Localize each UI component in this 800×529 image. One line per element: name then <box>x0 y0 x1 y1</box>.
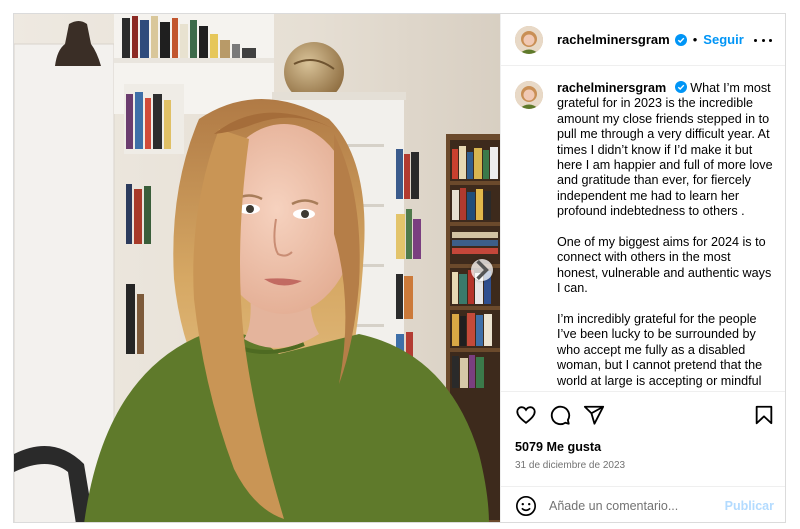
verified-badge-icon <box>674 33 687 46</box>
publish-button[interactable]: Publicar <box>725 499 774 513</box>
verified-badge-icon <box>674 81 687 93</box>
post-side-panel: rachelminersgram • Seguir rachelminersgr… <box>500 14 785 522</box>
caption-paragraph: I’m incredibly grateful for the people I… <box>557 312 763 388</box>
chevron-right-icon <box>476 259 489 281</box>
share-icon[interactable] <box>583 404 605 426</box>
caption-section[interactable]: rachelminersgram What I’m most grateful … <box>501 67 785 390</box>
avatar[interactable] <box>515 25 543 54</box>
caption-avatar[interactable] <box>515 81 543 109</box>
comment-bar: Publicar <box>501 486 785 522</box>
separator-dot: • <box>692 32 698 47</box>
follow-button[interactable]: Seguir <box>703 32 743 47</box>
avatar-image <box>515 25 543 54</box>
caption-paragraph: One of my biggest aims for 2024 is to co… <box>557 235 772 296</box>
username-link[interactable]: rachelminersgram <box>557 32 670 47</box>
caption-username[interactable]: rachelminersgram <box>557 81 666 95</box>
comment-input[interactable] <box>549 498 725 513</box>
post-photo[interactable] <box>14 14 500 522</box>
avatar-image <box>515 81 543 109</box>
caption-text: rachelminersgram What I’m most grateful … <box>557 81 774 390</box>
bookmark-icon[interactable] <box>753 404 775 426</box>
post-actions-section: 5079 Me gusta 31 de diciembre de 2023 <box>501 391 785 486</box>
emoji-icon[interactable] <box>515 495 537 517</box>
comment-icon[interactable] <box>549 404 571 426</box>
heart-icon[interactable] <box>515 404 537 426</box>
likes-count[interactable]: 5079 Me gusta <box>515 440 601 454</box>
post-header: rachelminersgram • Seguir <box>501 14 785 66</box>
action-bar <box>515 404 775 428</box>
post-date[interactable]: 31 de diciembre de 2023 <box>515 460 625 471</box>
caption-paragraph: What I’m most grateful for in 2023 is th… <box>557 81 773 219</box>
post-dialog: rachelminersgram • Seguir rachelminersgr… <box>13 13 786 523</box>
photo-illustration <box>14 14 500 522</box>
next-photo-button[interactable] <box>471 259 493 281</box>
more-options-icon[interactable] <box>754 32 772 48</box>
